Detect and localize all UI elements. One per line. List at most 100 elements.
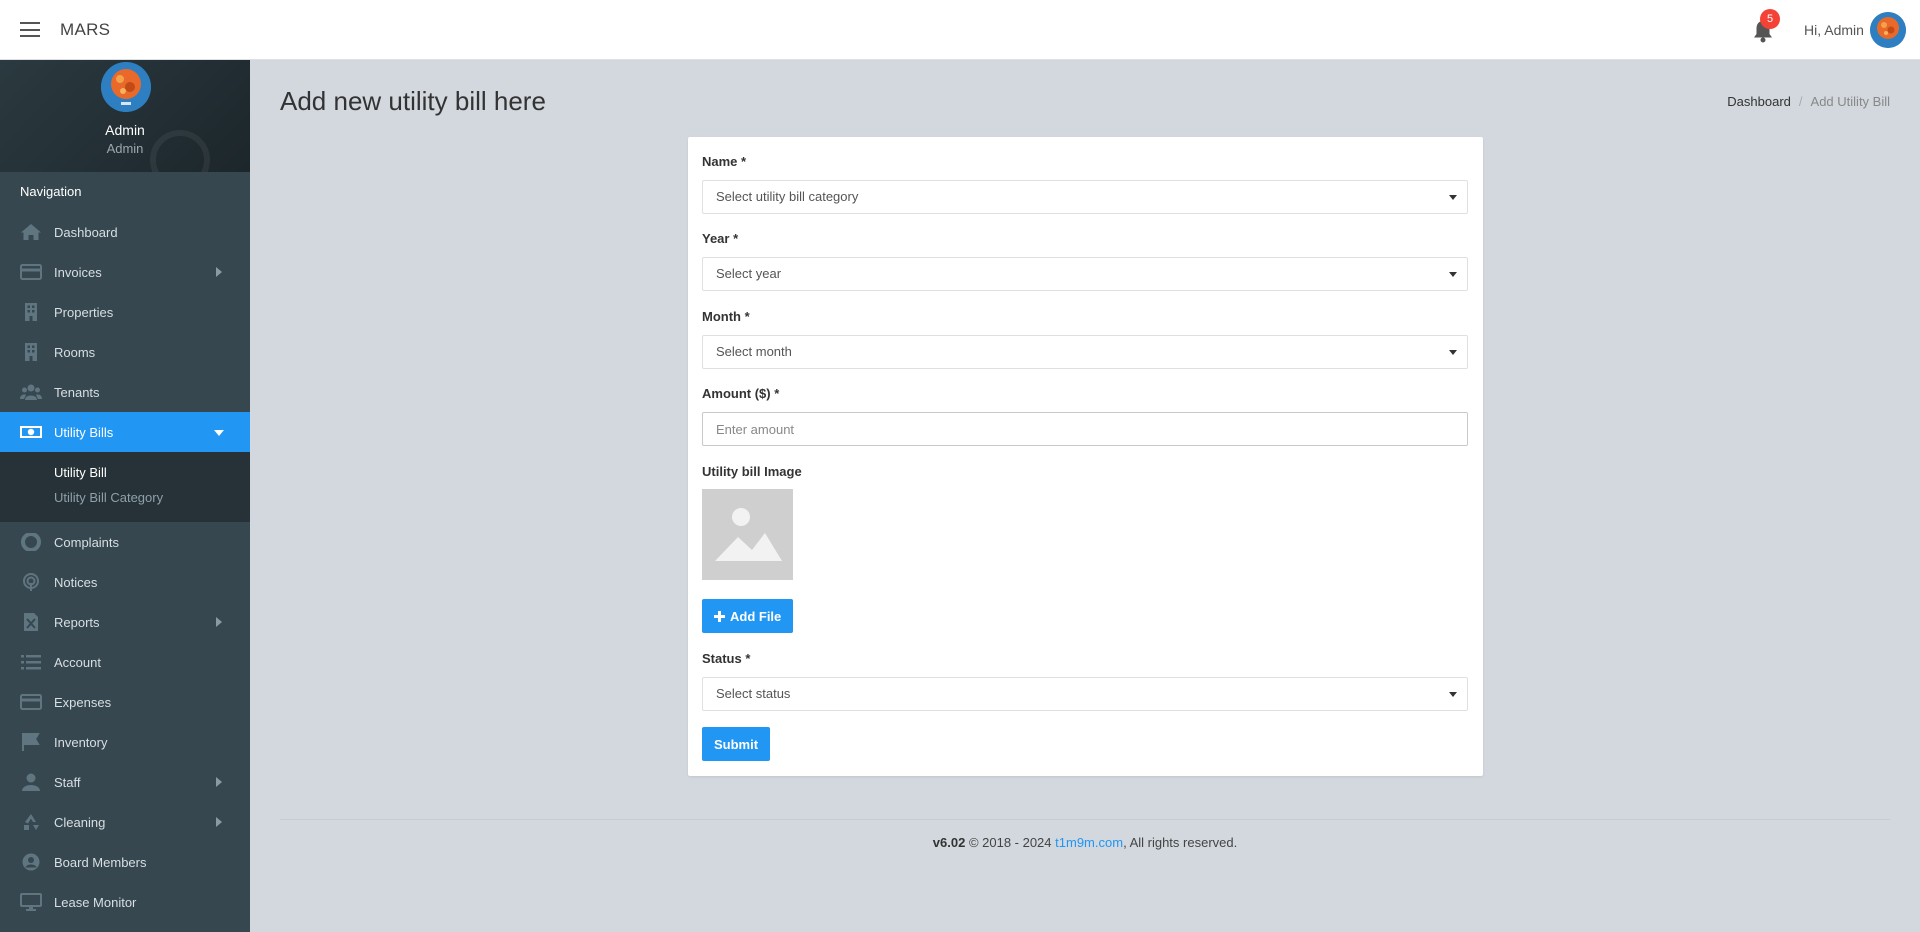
breadcrumb: Dashboard / Add Utility Bill bbox=[1727, 94, 1890, 109]
sidebar-item-label: Cleaning bbox=[54, 814, 106, 830]
month-select[interactable]: Select month bbox=[702, 335, 1468, 369]
building-icon bbox=[25, 343, 37, 361]
footer-link[interactable]: t1m9m.com bbox=[1055, 835, 1123, 850]
plus-icon bbox=[714, 610, 725, 622]
add-file-label: Add File bbox=[730, 608, 782, 624]
sidebar-item-properties[interactable]: Properties bbox=[0, 292, 250, 332]
footer-version: v6.02 bbox=[932, 835, 966, 850]
list-icon bbox=[21, 655, 41, 670]
sidebar-item-label: Account bbox=[54, 654, 101, 670]
sidebar-item-label: Invoices bbox=[54, 264, 102, 280]
sidebar-user-panel: Admin Admin bbox=[0, 60, 250, 172]
sidebar-subitem-utility-bill[interactable]: Utility Bill bbox=[0, 460, 250, 485]
footer-divider bbox=[280, 819, 1890, 820]
footer-copyright: © 2018 - 2024 bbox=[968, 835, 1052, 850]
sidebar-item-label: Expenses bbox=[54, 694, 112, 710]
footer: v6.02 © 2018 - 2024 t1m9m.com, All right… bbox=[250, 835, 1920, 850]
chevron-right-icon bbox=[216, 617, 222, 627]
image-placeholder-icon bbox=[702, 489, 793, 580]
user-greeting[interactable]: Hi, Admin bbox=[1804, 22, 1864, 38]
top-navbar: MARS 5 Hi, Admin bbox=[0, 0, 1920, 60]
footer-rights: , All rights reserved. bbox=[1123, 835, 1238, 850]
sidebar-item-label: Reports bbox=[54, 614, 100, 630]
nav-header: Navigation bbox=[20, 184, 82, 199]
recycle-icon bbox=[24, 814, 39, 830]
chevron-right-icon bbox=[216, 777, 222, 787]
sidebar-item-label: Complaints bbox=[54, 534, 120, 550]
credit-card-icon bbox=[20, 694, 42, 710]
menu-toggle-icon[interactable] bbox=[20, 22, 40, 37]
sidebar-item-label: Dashboard bbox=[54, 224, 118, 240]
sidebar-item-complaints[interactable]: Complaints bbox=[0, 522, 250, 562]
building-icon bbox=[25, 303, 37, 321]
desktop-icon bbox=[20, 893, 42, 911]
lifebuoy-icon bbox=[21, 533, 41, 551]
year-select-value: Select year bbox=[716, 266, 782, 281]
user-icon bbox=[22, 773, 40, 791]
breadcrumb-current: Add Utility Bill bbox=[1810, 94, 1890, 109]
sidebar-item-tenants[interactable]: Tenants bbox=[0, 372, 250, 412]
status-label: Status * bbox=[702, 651, 751, 666]
sidebar-item-lease-monitor[interactable]: Lease Monitor bbox=[0, 882, 250, 922]
sidebar: Admin Admin Navigation Dashboard Invoice… bbox=[0, 60, 250, 932]
sidebar-item-label: Properties bbox=[54, 304, 114, 320]
sidebar-user-role: Admin bbox=[106, 141, 144, 156]
chevron-down-icon bbox=[1449, 195, 1457, 200]
amount-input[interactable] bbox=[702, 412, 1468, 446]
year-label: Year * bbox=[702, 231, 739, 246]
sidebar-item-label: Lease Monitor bbox=[54, 894, 137, 910]
home-icon bbox=[21, 224, 41, 240]
month-label: Month * bbox=[702, 309, 750, 324]
file-excel-icon bbox=[24, 613, 38, 631]
podcast-icon bbox=[23, 573, 39, 591]
sidebar-item-account[interactable]: Account bbox=[0, 642, 250, 682]
users-icon bbox=[20, 384, 42, 400]
sidebar-item-label: Utility Bills bbox=[54, 424, 114, 440]
sidebar-item-staff[interactable]: Staff bbox=[0, 762, 250, 802]
amount-label: Amount ($) * bbox=[702, 386, 780, 401]
sidebar-avatar[interactable] bbox=[101, 62, 151, 112]
name-select[interactable]: Select utility bill category bbox=[702, 180, 1468, 214]
add-file-button[interactable]: Add File bbox=[702, 599, 794, 633]
sidebar-item-dashboard[interactable]: Dashboard bbox=[0, 212, 250, 252]
year-select[interactable]: Select year bbox=[702, 257, 1468, 291]
chevron-down-icon bbox=[214, 430, 224, 436]
sidebar-item-label: Rooms bbox=[54, 344, 96, 360]
sidebar-item-inventory[interactable]: Inventory bbox=[0, 722, 250, 762]
sidebar-item-reports[interactable]: Reports bbox=[0, 602, 250, 642]
sidebar-item-label: Inventory bbox=[54, 734, 108, 750]
money-icon bbox=[20, 426, 42, 438]
submit-button[interactable]: Submit bbox=[702, 727, 771, 761]
sidebar-item-rooms[interactable]: Rooms bbox=[0, 332, 250, 372]
breadcrumb-dashboard[interactable]: Dashboard bbox=[1727, 94, 1791, 109]
status-select[interactable]: Select status bbox=[702, 677, 1468, 711]
name-label: Name * bbox=[702, 154, 747, 169]
chevron-down-icon bbox=[1449, 272, 1457, 277]
sidebar-item-notices[interactable]: Notices bbox=[0, 562, 250, 602]
app-brand[interactable]: MARS bbox=[60, 20, 110, 40]
sidebar-subitem-utility-bill-category[interactable]: Utility Bill Category bbox=[0, 485, 250, 510]
notification-badge: 5 bbox=[1760, 9, 1780, 29]
sidebar-item-label: Notices bbox=[54, 574, 98, 590]
status-select-value: Select status bbox=[716, 686, 791, 701]
image-label: Utility bill Image bbox=[702, 464, 802, 479]
sidebar-item-expenses[interactable]: Expenses bbox=[0, 682, 250, 722]
name-select-value: Select utility bill category bbox=[716, 189, 859, 204]
sidebar-item-invoices[interactable]: Invoices bbox=[0, 252, 250, 292]
user-avatar[interactable] bbox=[1870, 12, 1906, 48]
flask-icon bbox=[22, 733, 40, 751]
chevron-right-icon bbox=[216, 267, 222, 277]
sidebar-item-board-members[interactable]: Board Members bbox=[0, 842, 250, 882]
sidebar-user-name: Admin bbox=[105, 122, 145, 138]
chevron-down-icon bbox=[1449, 692, 1457, 697]
user-circle-icon bbox=[22, 853, 40, 871]
chevron-down-icon bbox=[1449, 350, 1457, 355]
utility-bills-submenu: Utility Bill Utility Bill Category bbox=[0, 452, 250, 522]
credit-card-icon bbox=[20, 264, 42, 280]
sidebar-item-utility-bills[interactable]: Utility Bills bbox=[0, 412, 250, 452]
sidebar-item-cleaning[interactable]: Cleaning bbox=[0, 802, 250, 842]
sidebar-item-label: Staff bbox=[54, 774, 81, 790]
sidebar-item-label: Board Members bbox=[54, 854, 147, 870]
month-select-value: Select month bbox=[716, 344, 792, 359]
chevron-right-icon bbox=[216, 817, 222, 827]
